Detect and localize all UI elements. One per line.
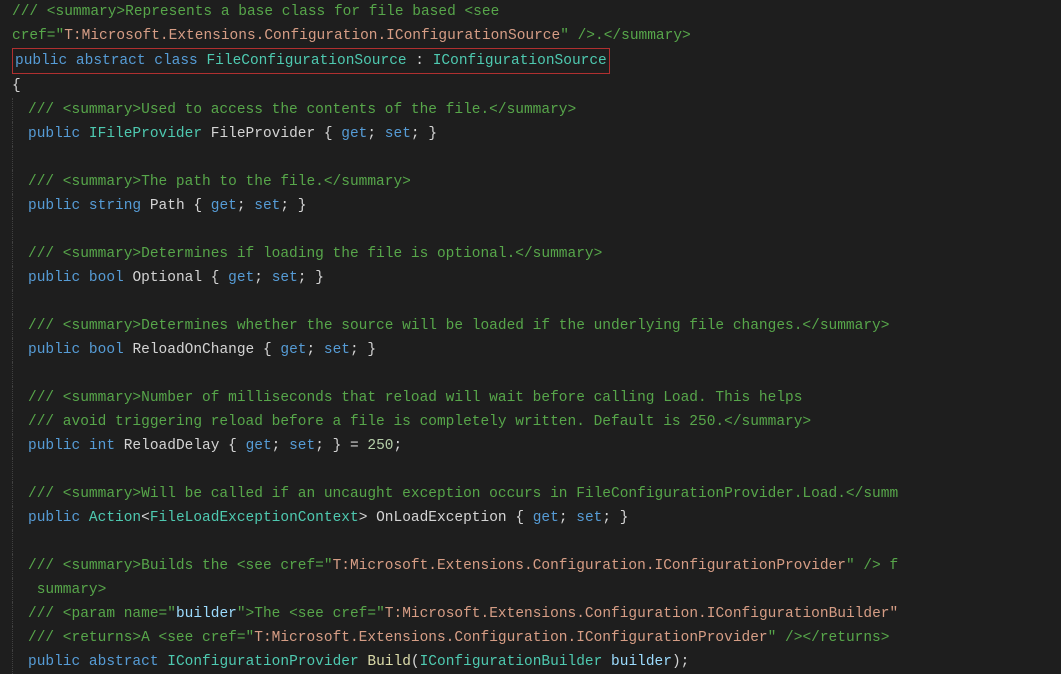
property-line: public Action<FileLoadExceptionContext> … (0, 506, 1061, 530)
xml-doc-comment: /// avoid triggering reload before a fil… (28, 414, 811, 430)
blank-line (0, 530, 1061, 554)
code-editor[interactable]: /// <summary>Represents a base class for… (0, 0, 1061, 674)
xml-doc-comment: /// <summary>Determines if loading the f… (28, 246, 602, 262)
property-line: public bool ReloadOnChange { get; set; } (0, 338, 1061, 362)
code-line: /// <summary>Used to access the contents… (0, 98, 1061, 122)
code-line: /// <summary>The path to the file.</summ… (0, 170, 1061, 194)
xml-doc-comment: /// <summary>Number of milliseconds that… (28, 390, 802, 406)
code-line: /// <summary>Represents a base class for… (0, 0, 1061, 24)
blank-line (0, 458, 1061, 482)
method-line: public abstract IConfigurationProvider B… (0, 650, 1061, 674)
code-line: { (0, 74, 1061, 98)
code-line: /// avoid triggering reload before a fil… (0, 410, 1061, 434)
code-line: /// <summary>Will be called if an uncaug… (0, 482, 1061, 506)
class-declaration-line: public abstract class FileConfigurationS… (0, 48, 1061, 74)
xml-doc-comment: /// <summary>Used to access the contents… (28, 102, 576, 118)
xml-doc-comment: /// <summary>Builds the <see cref="T:Mic… (28, 558, 898, 574)
code-line: /// <returns>A <see cref="T:Microsoft.Ex… (0, 626, 1061, 650)
blank-line (0, 218, 1061, 242)
property-line: public bool Optional { get; set; } (0, 266, 1061, 290)
xml-doc-comment: /// <summary>The path to the file.</summ… (28, 174, 411, 190)
code-line: cref="T:Microsoft.Extensions.Configurati… (0, 24, 1061, 48)
code-line: /// <summary>Builds the <see cref="T:Mic… (0, 554, 1061, 578)
xml-doc-comment: /// <returns>A <see cref="T:Microsoft.Ex… (28, 630, 889, 646)
highlight-box: public abstract class FileConfigurationS… (12, 48, 610, 74)
xml-doc-comment: summary> (28, 582, 106, 598)
code-line: /// <param name="builder">The <see cref=… (0, 602, 1061, 626)
xml-doc-comment: /// <param name="builder">The <see cref=… (28, 606, 898, 622)
xml-doc-comment: /// <summary>Represents a base class for… (12, 4, 499, 20)
xml-doc-comment: /// <summary>Will be called if an uncaug… (28, 486, 898, 502)
blank-line (0, 362, 1061, 386)
blank-line (0, 146, 1061, 170)
property-line: public IFileProvider FileProvider { get;… (0, 122, 1061, 146)
code-line: /// <summary>Number of milliseconds that… (0, 386, 1061, 410)
code-line: /// <summary>Determines if loading the f… (0, 242, 1061, 266)
xml-doc-comment: /// <summary>Determines whether the sour… (28, 318, 889, 334)
code-line: summary> (0, 578, 1061, 602)
code-line: /// <summary>Determines whether the sour… (0, 314, 1061, 338)
xml-doc-comment: cref="T:Microsoft.Extensions.Configurati… (12, 28, 691, 44)
blank-line (0, 290, 1061, 314)
property-line: public string Path { get; set; } (0, 194, 1061, 218)
property-line: public int ReloadDelay { get; set; } = 2… (0, 434, 1061, 458)
